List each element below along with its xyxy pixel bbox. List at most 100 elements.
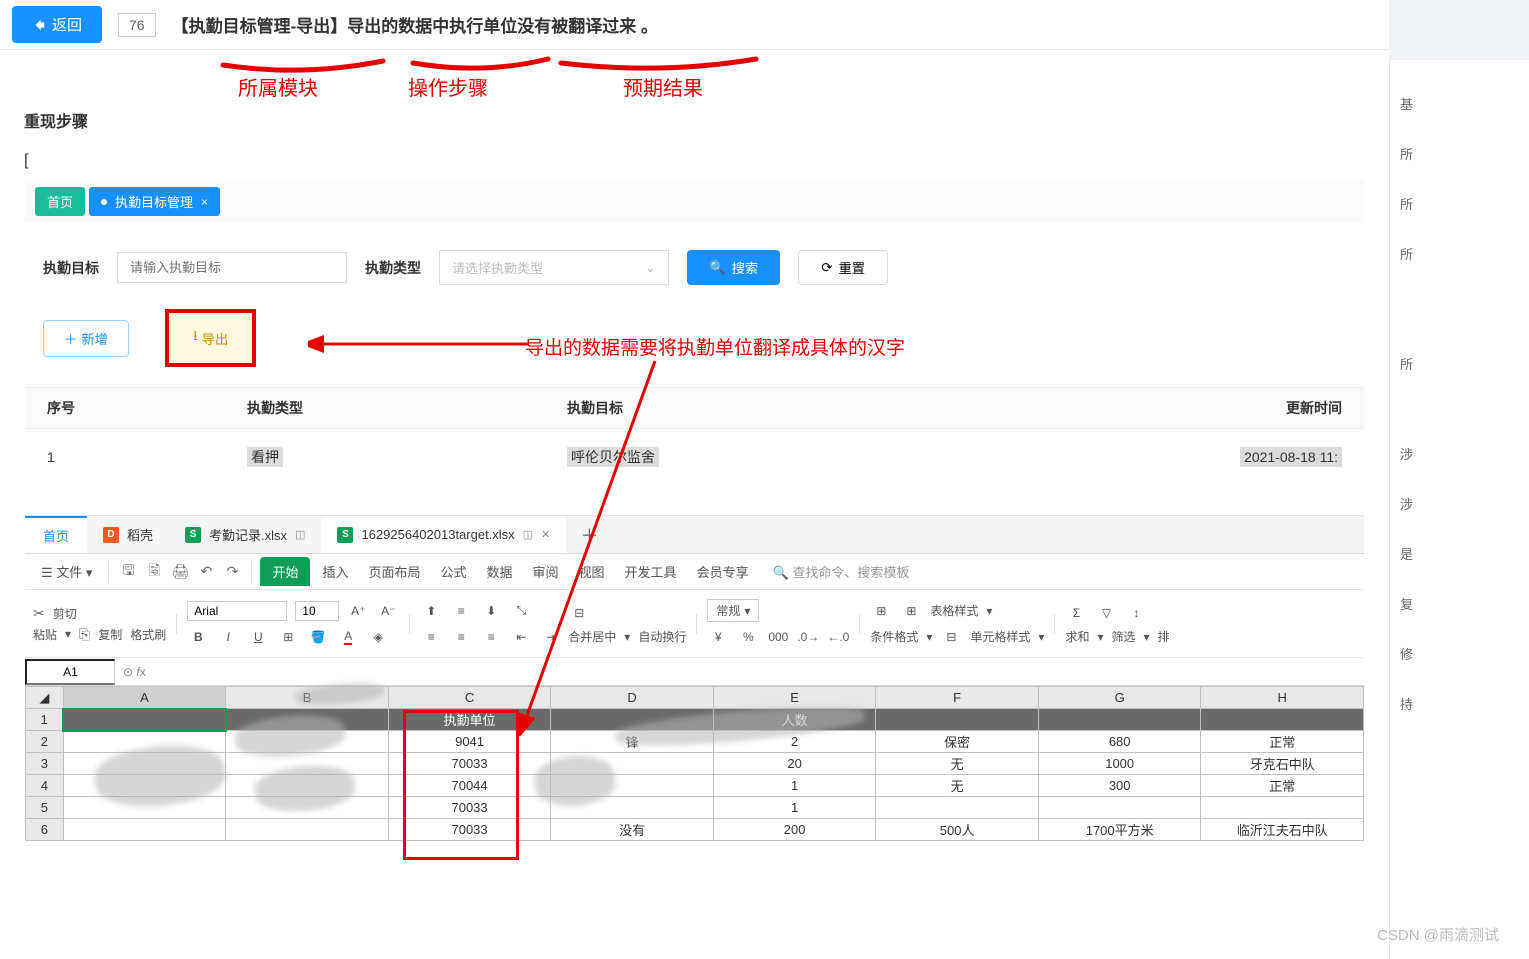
menu-layout[interactable]: 页面布局	[360, 558, 428, 585]
comma-icon[interactable]: 000	[767, 626, 789, 648]
tab-active-dot	[101, 199, 107, 205]
currency-icon[interactable]: ¥	[707, 626, 729, 648]
wps-ribbon: ✂ 剪切 粘贴▾ ⎘复制 格式刷 A⁺ A⁻ B I U ⊞	[25, 590, 1364, 658]
spreadsheet-grid[interactable]: ◢ A B C D E F G H 1 执勤单位 人数	[25, 686, 1364, 841]
paste-label[interactable]: 粘贴	[33, 626, 57, 643]
col-H[interactable]: H	[1201, 687, 1364, 709]
back-button[interactable]: 返回	[12, 6, 102, 43]
table-fmt-icon[interactable]: ⊞	[900, 600, 922, 622]
webapp-tabs: 首页 执勤目标管理 ×	[25, 181, 1364, 222]
align-top-icon[interactable]: ⬆	[420, 600, 442, 622]
filter-label[interactable]: 筛选	[1111, 628, 1135, 645]
scissors-icon[interactable]: ✂	[33, 605, 45, 622]
wps-file-tab-2[interactable]: S 考勤记录.xlsx ◫	[169, 516, 321, 553]
webapp-screenshot: 首页 执勤目标管理 × 执勤目标 执勤类型 请选择执勤类型 ⌄ 🔍 搜索 ⟳ 重…	[24, 180, 1365, 842]
align-left-icon[interactable]: ≡	[420, 626, 442, 648]
sheet-row: 5700331	[26, 797, 1364, 819]
decrease-font-icon[interactable]: A⁻	[377, 600, 399, 622]
col-G[interactable]: G	[1038, 687, 1201, 709]
fx-area[interactable]: ⊙ fx	[115, 665, 1364, 679]
dec-dec-icon[interactable]: ←.0	[827, 626, 849, 648]
reset-button[interactable]: ⟳ 重置	[798, 250, 888, 285]
number-format-select[interactable]: 常规 ▾	[707, 599, 759, 622]
export-label: 导出	[202, 329, 229, 348]
font-select[interactable]	[187, 601, 287, 621]
bracket: [	[24, 152, 1365, 170]
sum-label[interactable]: 求和	[1065, 628, 1089, 645]
sort-icon[interactable]: ↕	[1125, 602, 1147, 624]
sheet-row: 37003320无1000牙克石中队	[26, 753, 1364, 775]
print-icon[interactable]: 🖨	[169, 561, 191, 583]
add-button[interactable]: ＋ 新增	[43, 320, 129, 357]
sheet-row: 670033没有200500人1700平方米临沂江夫石中队	[26, 819, 1364, 841]
download-icon: ⭳	[193, 327, 198, 349]
plus-icon: ＋	[64, 329, 77, 348]
effects-icon[interactable]: ◈	[367, 626, 389, 648]
menu-file[interactable]: ☰ 文件 ▾	[33, 558, 100, 585]
menu-start[interactable]: 开始	[260, 557, 310, 586]
cell-ref-input[interactable]	[25, 659, 115, 685]
menu-vip[interactable]: 会员专享	[689, 558, 757, 585]
italic-icon[interactable]: I	[217, 626, 239, 648]
align-bot-icon[interactable]: ⬇	[480, 600, 502, 622]
reproduce-steps-title: 重现步骤	[24, 108, 1365, 152]
tab-duty-target-mgmt[interactable]: 执勤目标管理 ×	[89, 187, 220, 216]
copy-icon[interactable]: ⎘	[79, 626, 90, 643]
fx-icon: ⊙ fx	[123, 665, 146, 679]
select-all-corner[interactable]: ◢	[26, 687, 64, 709]
back-icon	[32, 18, 46, 32]
wps-home-tab[interactable]: 首页	[25, 516, 87, 553]
border-icon[interactable]: ⊞	[277, 626, 299, 648]
menu-formula[interactable]: 公式	[432, 558, 474, 585]
col-A[interactable]: A	[63, 687, 226, 709]
cell-style-icon[interactable]: ⊟	[940, 626, 962, 648]
tblfmt-label[interactable]: 表格样式	[930, 602, 978, 619]
align-mid-icon[interactable]: ≡	[450, 600, 472, 622]
col-E[interactable]: E	[713, 687, 876, 709]
filter-target-input[interactable]	[117, 252, 347, 283]
percent-icon[interactable]: %	[737, 626, 759, 648]
save-icon[interactable]: 🖫	[117, 561, 139, 583]
formula-bar: ⊙ fx	[25, 658, 1364, 686]
format-painter-label[interactable]: 格式刷	[130, 626, 166, 643]
increase-font-icon[interactable]: A⁺	[347, 600, 369, 622]
cond-fmt-icon[interactable]: ⊞	[870, 600, 892, 622]
dec-inc-icon[interactable]: .0→	[797, 626, 819, 648]
font-color-icon[interactable]: A	[337, 626, 359, 648]
sort-label[interactable]: 排	[1158, 628, 1170, 645]
fill-color-icon[interactable]: 🪣	[307, 626, 329, 648]
wps-file-tab-1[interactable]: D 稻壳	[87, 516, 169, 553]
cut-label: 剪切	[53, 605, 77, 622]
search-button[interactable]: 🔍 搜索	[687, 250, 780, 285]
tab-home[interactable]: 首页	[35, 187, 85, 216]
tab-pin-icon[interactable]: ◫	[295, 528, 305, 541]
cellfmt-label[interactable]: 单元格样式	[970, 628, 1030, 645]
filter-icon[interactable]: ▽	[1095, 602, 1117, 624]
undo-icon[interactable]: ↶	[195, 561, 217, 583]
col-F[interactable]: F	[876, 687, 1039, 709]
issue-title: 【执勤目标管理-导出】导出的数据中执行单位没有被翻译过来 。	[172, 12, 658, 37]
search-icon: 🔍	[709, 260, 726, 276]
cond-label[interactable]: 条件格式	[870, 628, 918, 645]
export-button[interactable]: ⭳ 导出	[165, 309, 256, 367]
back-label: 返回	[52, 14, 82, 35]
align-right-icon[interactable]: ≡	[480, 626, 502, 648]
arrow-to-column	[515, 356, 675, 736]
menu-search[interactable]: 🔍 查找命令、搜索模板	[773, 562, 910, 581]
font-size-select[interactable]	[295, 601, 339, 621]
bold-icon[interactable]: B	[187, 626, 209, 648]
annotation-steps: 操作步骤	[408, 72, 488, 101]
underline-icon[interactable]: U	[247, 626, 269, 648]
right-panel: 基所所所所 涉涉是复修持	[1389, 60, 1529, 959]
menu-insert[interactable]: 插入	[314, 558, 356, 585]
align-center-icon[interactable]: ≡	[450, 626, 472, 648]
sum-icon[interactable]: Σ	[1065, 602, 1087, 624]
filter-type-select[interactable]: 请选择执勤类型 ⌄	[439, 250, 669, 285]
redo-icon[interactable]: ↷	[221, 561, 243, 583]
print-preview-icon[interactable]: 🗟	[143, 561, 165, 583]
table-row: 1 看押 呼伦贝尔监舍 2021-08-18 11:	[25, 428, 1364, 485]
xlsx-icon-2: S	[337, 527, 353, 543]
tab-close-icon[interactable]: ×	[201, 195, 208, 209]
wps-tab-bar: 首页 D 稻壳 S 考勤记录.xlsx ◫ S 1629256402013tar…	[25, 516, 1364, 554]
data-table-header: 序号 执勤类型 执勤目标 更新时间	[25, 387, 1364, 428]
